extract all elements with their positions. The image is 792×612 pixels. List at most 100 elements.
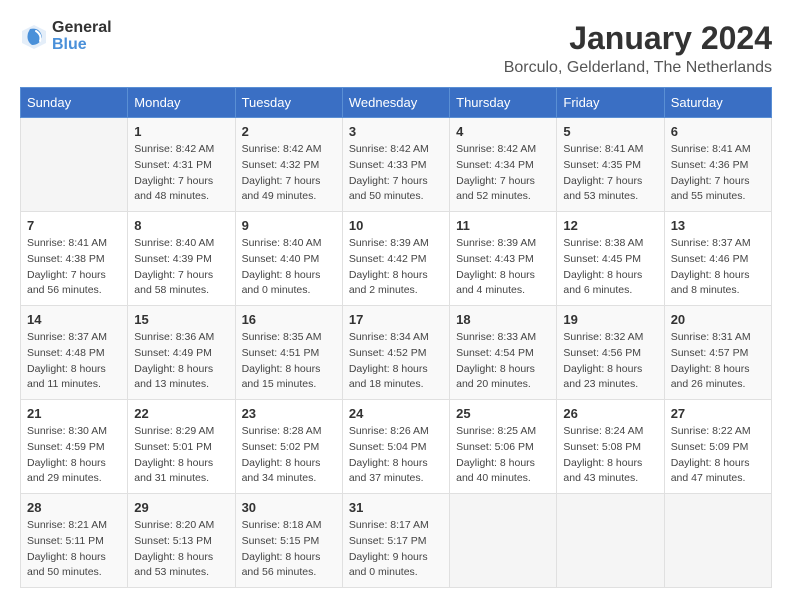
calendar-cell: 29 Sunrise: 8:20 AM Sunset: 5:13 PM Dayli… — [128, 494, 235, 588]
day-number: 18 — [456, 312, 550, 327]
day-info: Sunrise: 8:42 AM Sunset: 4:31 PM Dayligh… — [134, 142, 228, 205]
day-info: Sunrise: 8:39 AM Sunset: 4:43 PM Dayligh… — [456, 236, 550, 299]
calendar-week-2: 7 Sunrise: 8:41 AM Sunset: 4:38 PM Daylig… — [21, 212, 772, 306]
calendar-cell: 10 Sunrise: 8:39 AM Sunset: 4:42 PM Dayli… — [342, 212, 449, 306]
calendar-cell: 12 Sunrise: 8:38 AM Sunset: 4:45 PM Dayli… — [557, 212, 664, 306]
logo-general-text: General — [52, 20, 112, 37]
day-info: Sunrise: 8:41 AM Sunset: 4:38 PM Dayligh… — [27, 236, 121, 299]
calendar-cell: 18 Sunrise: 8:33 AM Sunset: 4:54 PM Dayli… — [450, 306, 557, 400]
day-info: Sunrise: 8:20 AM Sunset: 5:13 PM Dayligh… — [134, 518, 228, 581]
day-info: Sunrise: 8:30 AM Sunset: 4:59 PM Dayligh… — [27, 424, 121, 487]
day-number: 27 — [671, 406, 765, 421]
calendar-cell: 4Sunrise: 8:42 AM Sunset: 4:34 PM Daylig… — [450, 118, 557, 212]
day-number: 15 — [134, 312, 228, 327]
day-info: Sunrise: 8:28 AM Sunset: 5:02 PM Dayligh… — [242, 424, 336, 487]
day-number: 28 — [27, 500, 121, 515]
calendar-cell: 17 Sunrise: 8:34 AM Sunset: 4:52 PM Dayli… — [342, 306, 449, 400]
day-number: 30 — [242, 500, 336, 515]
header-cell-tuesday: Tuesday — [235, 88, 342, 118]
day-info: Sunrise: 8:34 AM Sunset: 4:52 PM Dayligh… — [349, 330, 443, 393]
calendar-header: SundayMondayTuesdayWednesdayThursdayFrid… — [21, 88, 772, 118]
day-number: 7 — [27, 218, 121, 233]
day-number: 24 — [349, 406, 443, 421]
day-number: 13 — [671, 218, 765, 233]
day-number: 5 — [563, 124, 657, 139]
day-number: 16 — [242, 312, 336, 327]
calendar-cell: 28Sunrise: 8:21 AM Sunset: 5:11 PM Dayli… — [21, 494, 128, 588]
day-info: Sunrise: 8:37 AM Sunset: 4:46 PM Dayligh… — [671, 236, 765, 299]
header-cell-monday: Monday — [128, 88, 235, 118]
day-number: 6 — [671, 124, 765, 139]
calendar-cell — [664, 494, 771, 588]
calendar-cell: 7 Sunrise: 8:41 AM Sunset: 4:38 PM Daylig… — [21, 212, 128, 306]
day-number: 31 — [349, 500, 443, 515]
calendar-cell: 1 Sunrise: 8:42 AM Sunset: 4:31 PM Daylig… — [128, 118, 235, 212]
day-number: 2 — [242, 124, 336, 139]
day-info: Sunrise: 8:39 AM Sunset: 4:42 PM Dayligh… — [349, 236, 443, 299]
day-info: Sunrise: 8:25 AM Sunset: 5:06 PM Dayligh… — [456, 424, 550, 487]
calendar-cell — [21, 118, 128, 212]
day-info: Sunrise: 8:37 AM Sunset: 4:48 PM Dayligh… — [27, 330, 121, 393]
title-area: January 2024 Borculo, Gelderland, The Ne… — [504, 20, 772, 77]
calendar-subtitle: Borculo, Gelderland, The Netherlands — [504, 59, 772, 77]
calendar-cell: 2Sunrise: 8:42 AM Sunset: 4:32 PM Daylig… — [235, 118, 342, 212]
calendar-cell: 21Sunrise: 8:30 AM Sunset: 4:59 PM Dayli… — [21, 400, 128, 494]
calendar-cell: 14 Sunrise: 8:37 AM Sunset: 4:48 PM Dayli… — [21, 306, 128, 400]
calendar-cell: 11 Sunrise: 8:39 AM Sunset: 4:43 PM Dayli… — [450, 212, 557, 306]
calendar-week-5: 28Sunrise: 8:21 AM Sunset: 5:11 PM Dayli… — [21, 494, 772, 588]
calendar-cell: 16 Sunrise: 8:35 AM Sunset: 4:51 PM Dayli… — [235, 306, 342, 400]
calendar-cell: 30Sunrise: 8:18 AM Sunset: 5:15 PM Dayli… — [235, 494, 342, 588]
logo: General Blue — [20, 20, 112, 54]
day-number: 10 — [349, 218, 443, 233]
day-info: Sunrise: 8:36 AM Sunset: 4:49 PM Dayligh… — [134, 330, 228, 393]
day-number: 25 — [456, 406, 550, 421]
day-number: 12 — [563, 218, 657, 233]
day-number: 17 — [349, 312, 443, 327]
day-info: Sunrise: 8:22 AM Sunset: 5:09 PM Dayligh… — [671, 424, 765, 487]
day-number: 22 — [134, 406, 228, 421]
calendar-cell — [557, 494, 664, 588]
day-info: Sunrise: 8:38 AM Sunset: 4:45 PM Dayligh… — [563, 236, 657, 299]
day-number: 9 — [242, 218, 336, 233]
header-cell-sunday: Sunday — [21, 88, 128, 118]
calendar-cell — [450, 494, 557, 588]
day-number: 4 — [456, 124, 550, 139]
header-cell-thursday: Thursday — [450, 88, 557, 118]
calendar-cell: 20 Sunrise: 8:31 AM Sunset: 4:57 PM Dayli… — [664, 306, 771, 400]
day-info: Sunrise: 8:40 AM Sunset: 4:40 PM Dayligh… — [242, 236, 336, 299]
calendar-cell: 5 Sunrise: 8:41 AM Sunset: 4:35 PM Daylig… — [557, 118, 664, 212]
header-cell-saturday: Saturday — [664, 88, 771, 118]
day-info: Sunrise: 8:29 AM Sunset: 5:01 PM Dayligh… — [134, 424, 228, 487]
calendar-cell: 27 Sunrise: 8:22 AM Sunset: 5:09 PM Dayli… — [664, 400, 771, 494]
day-number: 8 — [134, 218, 228, 233]
logo-blue-text: Blue — [52, 37, 112, 54]
day-info: Sunrise: 8:42 AM Sunset: 4:33 PM Dayligh… — [349, 142, 443, 205]
day-number: 29 — [134, 500, 228, 515]
header-cell-friday: Friday — [557, 88, 664, 118]
day-number: 3 — [349, 124, 443, 139]
day-number: 1 — [134, 124, 228, 139]
day-info: Sunrise: 8:31 AM Sunset: 4:57 PM Dayligh… — [671, 330, 765, 393]
calendar-cell: 19Sunrise: 8:32 AM Sunset: 4:56 PM Dayli… — [557, 306, 664, 400]
day-info: Sunrise: 8:41 AM Sunset: 4:35 PM Dayligh… — [563, 142, 657, 205]
day-number: 20 — [671, 312, 765, 327]
calendar-cell: 24 Sunrise: 8:26 AM Sunset: 5:04 PM Dayli… — [342, 400, 449, 494]
page-header: General Blue January 2024 Borculo, Gelde… — [20, 20, 772, 77]
calendar-cell: 25 Sunrise: 8:25 AM Sunset: 5:06 PM Dayli… — [450, 400, 557, 494]
day-info: Sunrise: 8:35 AM Sunset: 4:51 PM Dayligh… — [242, 330, 336, 393]
calendar-week-4: 21Sunrise: 8:30 AM Sunset: 4:59 PM Dayli… — [21, 400, 772, 494]
calendar-week-3: 14 Sunrise: 8:37 AM Sunset: 4:48 PM Dayli… — [21, 306, 772, 400]
calendar-cell: 23 Sunrise: 8:28 AM Sunset: 5:02 PM Dayli… — [235, 400, 342, 494]
calendar-week-1: 1 Sunrise: 8:42 AM Sunset: 4:31 PM Daylig… — [21, 118, 772, 212]
day-info: Sunrise: 8:41 AM Sunset: 4:36 PM Dayligh… — [671, 142, 765, 205]
header-row: SundayMondayTuesdayWednesdayThursdayFrid… — [21, 88, 772, 118]
calendar-cell: 6 Sunrise: 8:41 AM Sunset: 4:36 PM Daylig… — [664, 118, 771, 212]
day-info: Sunrise: 8:33 AM Sunset: 4:54 PM Dayligh… — [456, 330, 550, 393]
day-number: 14 — [27, 312, 121, 327]
day-number: 19 — [563, 312, 657, 327]
calendar-cell: 13 Sunrise: 8:37 AM Sunset: 4:46 PM Dayli… — [664, 212, 771, 306]
day-info: Sunrise: 8:26 AM Sunset: 5:04 PM Dayligh… — [349, 424, 443, 487]
day-number: 23 — [242, 406, 336, 421]
day-number: 11 — [456, 218, 550, 233]
calendar-title: January 2024 — [504, 20, 772, 57]
